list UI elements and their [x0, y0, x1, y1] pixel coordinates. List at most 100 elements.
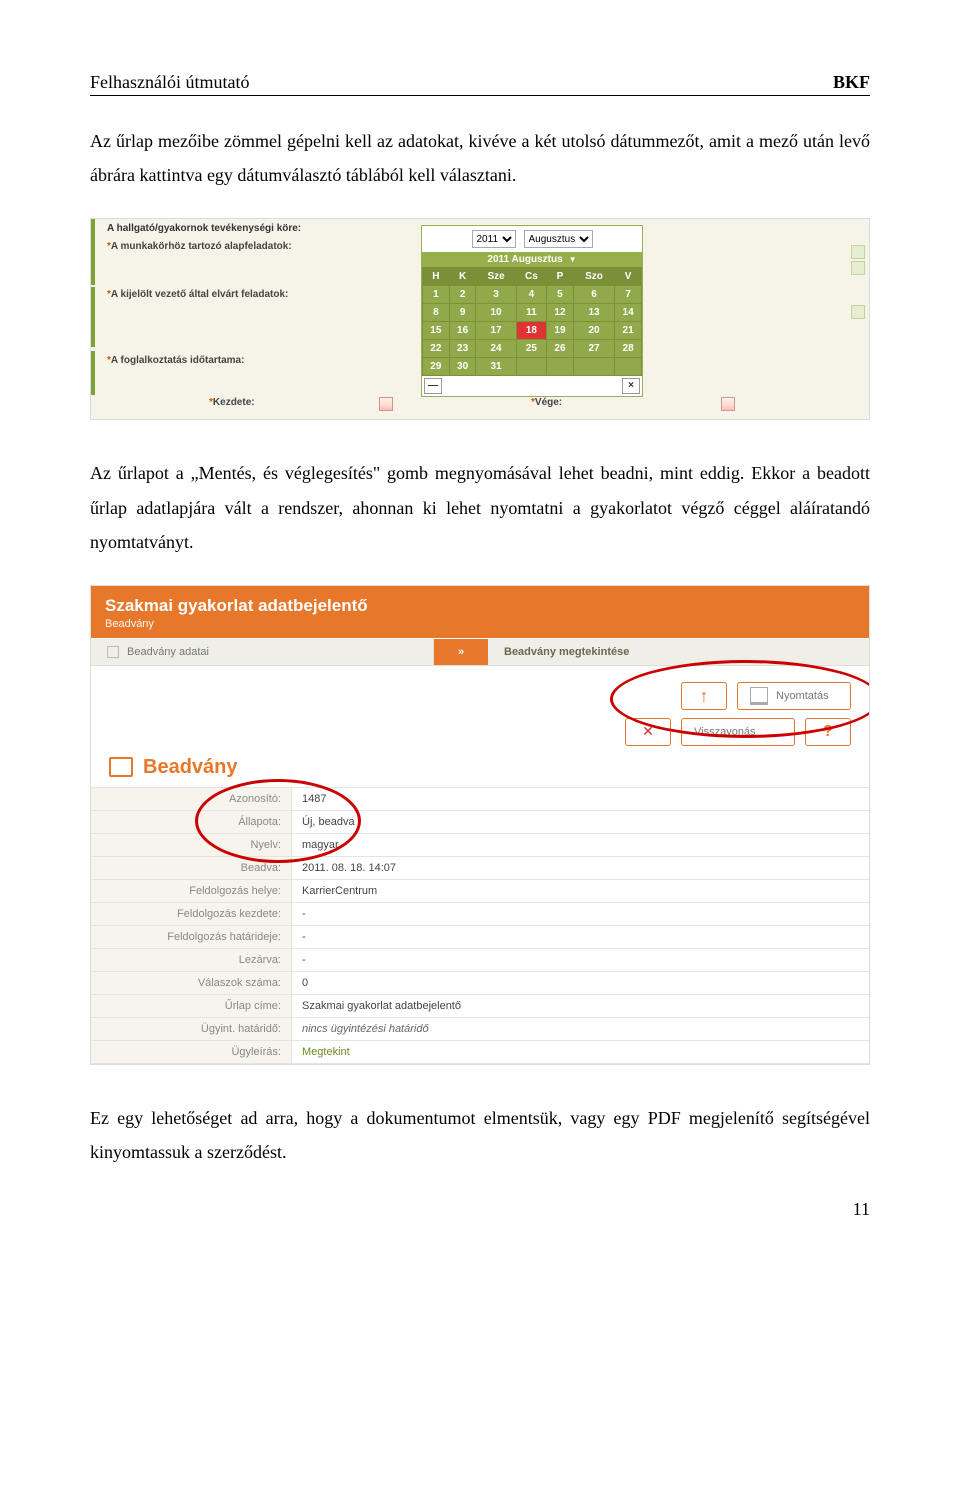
calendar-day[interactable]: 27 — [573, 340, 614, 358]
row-value: - — [292, 902, 870, 925]
label-end: *Vége: — [531, 397, 562, 408]
calendar-day[interactable]: 20 — [573, 322, 614, 340]
calendar-day[interactable]: 11 — [516, 304, 546, 322]
calendar-dow: Cs — [516, 268, 546, 286]
calendar-day — [516, 358, 546, 376]
page-header: Felhasználói útmutató BKF — [90, 72, 870, 96]
calendar-day[interactable]: 24 — [476, 340, 516, 358]
table-row: Ügyleírás:Megtekint — [91, 1040, 869, 1063]
chevron-down-icon[interactable]: ▼ — [569, 255, 577, 264]
calendar-day[interactable]: 16 — [449, 322, 476, 340]
calendar-day[interactable]: 4 — [516, 286, 546, 304]
resize-handle-icon[interactable] — [851, 305, 865, 319]
tab-view-submission[interactable]: Beadvány megtekintése — [488, 639, 645, 665]
calendar-day[interactable]: 3 — [476, 286, 516, 304]
row-value: - — [292, 948, 870, 971]
date-picker-popup[interactable]: 2011 Augusztus 2011 Augusztus ▼ HKSzeCsP… — [421, 225, 643, 397]
action-bar-2: ✕ Visszavonás ? — [91, 718, 869, 754]
calendar-day[interactable]: 25 — [516, 340, 546, 358]
row-label: Feldolgozás kezdete: — [91, 902, 292, 925]
calendar-dow: Sze — [476, 268, 516, 286]
calendar-day[interactable]: 23 — [449, 340, 476, 358]
month-select[interactable]: Augusztus — [524, 230, 593, 248]
row-label: Űrlap címe: — [91, 994, 292, 1017]
calendar-day[interactable]: 13 — [573, 304, 614, 322]
table-row: Feldolgozás kezdete:- — [91, 902, 869, 925]
calendar-day[interactable]: 6 — [573, 286, 614, 304]
question-icon: ? — [823, 723, 833, 741]
row-label: Lezárva: — [91, 948, 292, 971]
withdraw-button[interactable]: Visszavonás — [681, 718, 795, 746]
tab-divider-icon: » — [434, 639, 488, 665]
calendar-day[interactable]: 22 — [423, 340, 450, 358]
print-button[interactable]: Nyomtatás — [737, 682, 851, 710]
table-row: Feldolgozás helye:KarrierCentrum — [91, 879, 869, 902]
calendar-day[interactable]: 1 — [423, 286, 450, 304]
calendar-day[interactable]: 2 — [449, 286, 476, 304]
label-activity-scope: A hallgató/gyakornok tevékenységi köre: — [107, 223, 301, 234]
calendar-day[interactable]: 8 — [423, 304, 450, 322]
calendar-day[interactable]: 9 — [449, 304, 476, 322]
arrow-up-icon: ↑ — [700, 687, 709, 705]
paragraph-3: Ez egy lehetőséget ad arra, hogy a dokum… — [90, 1101, 870, 1169]
label-employment-duration: *A foglalkoztatás időtartama: — [107, 355, 244, 366]
calendar-dow: Szo — [573, 268, 614, 286]
section-header: Beadvány — [91, 754, 869, 787]
calendar-day[interactable]: 18 — [516, 322, 546, 340]
page-number: 11 — [90, 1199, 870, 1220]
delete-icon: ✕ — [642, 723, 654, 740]
table-row: Ügyint. határidő:nincs ügyintézési határ… — [91, 1017, 869, 1040]
calendar-day[interactable]: 12 — [547, 304, 574, 322]
calendar-day[interactable]: 7 — [615, 286, 642, 304]
row-value: nincs ügyintézési határidő — [292, 1017, 870, 1040]
row-label: Azonosító: — [91, 787, 292, 810]
screenshot-submission: Szakmai gyakorlat adatbejelentő Beadvány… — [90, 585, 870, 1065]
table-row: Nyelv:magyar — [91, 833, 869, 856]
panel-header: Szakmai gyakorlat adatbejelentő Beadvány — [91, 586, 869, 638]
calendar-day[interactable]: 31 — [476, 358, 516, 376]
printer-icon — [750, 687, 768, 705]
tab-submission-data[interactable]: Beadvány adatai — [91, 639, 434, 665]
calendar-day[interactable]: 10 — [476, 304, 516, 322]
help-button[interactable]: ? — [805, 718, 851, 746]
row-value: Új, beadva — [292, 810, 870, 833]
row-value[interactable]: Megtekint — [292, 1040, 870, 1063]
screenshot-datepicker: A hallgató/gyakornok tevékenységi köre: … — [90, 218, 870, 420]
calendar-day — [547, 358, 574, 376]
table-row: Állapota:Új, beadva — [91, 810, 869, 833]
minus-button[interactable]: — — [424, 378, 442, 394]
calendar-day[interactable]: 19 — [547, 322, 574, 340]
calendar-dow: P — [547, 268, 574, 286]
calendar-day[interactable]: 17 — [476, 322, 516, 340]
calendar-dow: H — [423, 268, 450, 286]
close-button[interactable]: × — [622, 378, 640, 394]
table-row: Beadva:2011. 08. 18. 14:07 — [91, 856, 869, 879]
year-select[interactable]: 2011 — [472, 230, 516, 248]
row-value: magyar — [292, 833, 870, 856]
calendar-day[interactable]: 14 — [615, 304, 642, 322]
calendar-day[interactable]: 29 — [423, 358, 450, 376]
calendar-day[interactable]: 26 — [547, 340, 574, 358]
date-picker-title: 2011 Augusztus ▼ — [422, 252, 642, 267]
table-row: Válaszok száma:0 — [91, 971, 869, 994]
calendar-day[interactable]: 21 — [615, 322, 642, 340]
accent-bar — [91, 287, 95, 347]
view-link[interactable]: Megtekint — [302, 1046, 350, 1058]
paragraph-2: Az űrlapot a „Mentés, és véglegesítés" g… — [90, 456, 870, 559]
calendar-day[interactable]: 5 — [547, 286, 574, 304]
resize-handle-icon[interactable] — [851, 261, 865, 275]
table-row: Azonosító:1487 — [91, 787, 869, 810]
resize-handle-icon[interactable] — [851, 245, 865, 259]
calendar-icon[interactable] — [379, 397, 393, 411]
checkbox-icon — [107, 646, 119, 658]
calendar-grid: HKSzeCsPSzoV 123456789101112131415161718… — [422, 267, 642, 376]
up-button[interactable]: ↑ — [681, 682, 727, 710]
row-value: 1487 — [292, 787, 870, 810]
calendar-icon[interactable] — [721, 397, 735, 411]
calendar-day[interactable]: 15 — [423, 322, 450, 340]
calendar-day[interactable]: 30 — [449, 358, 476, 376]
table-row: Űrlap címe:Szakmai gyakorlat adatbejelen… — [91, 994, 869, 1017]
section-title: Beadvány — [143, 756, 238, 779]
calendar-day[interactable]: 28 — [615, 340, 642, 358]
delete-button[interactable]: ✕ — [625, 718, 671, 746]
